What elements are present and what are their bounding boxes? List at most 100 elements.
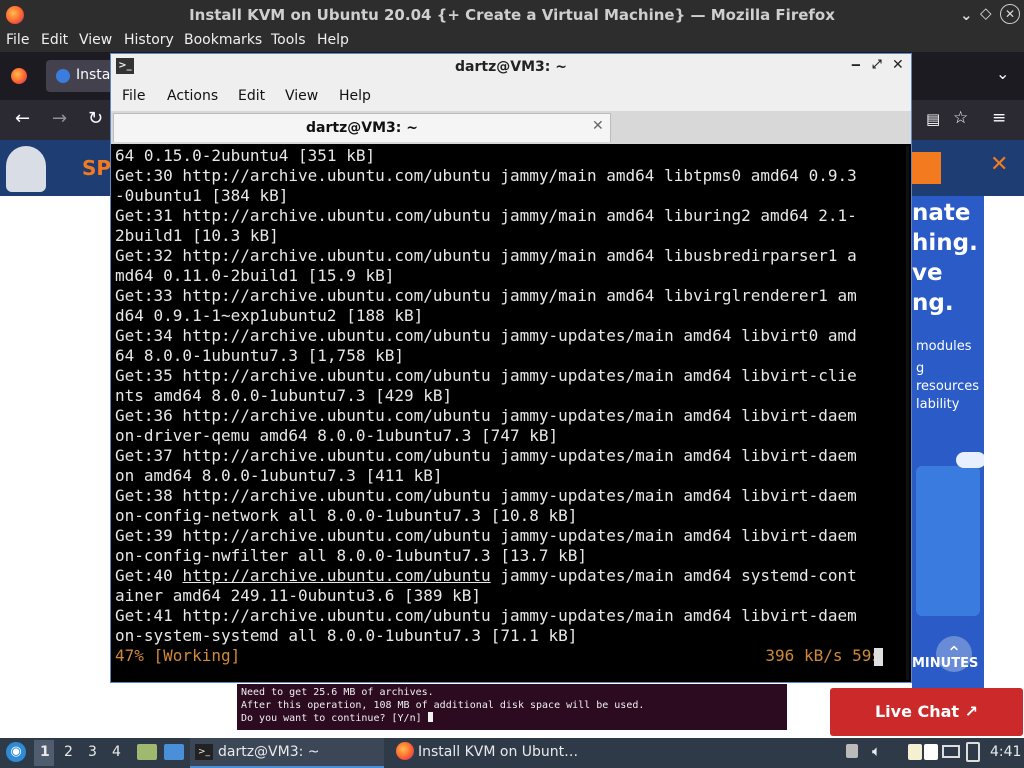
minimize-icon[interactable]: ⌄ [960, 6, 973, 24]
terminal-line: on-driver-qemu amd64 8.0.0-1ubuntu7.3 [7… [115, 426, 559, 445]
terminal-maximize-icon[interactable]: ⤢ [872, 57, 882, 72]
menu-file[interactable]: File [6, 32, 29, 48]
task-firefox-label[interactable]: Install KVM on Ubunt… [418, 744, 578, 760]
terminal-line: Get:37 http://archive.ubuntu.com/ubuntu … [115, 446, 857, 465]
close-icon[interactable]: ✕ [1000, 4, 1020, 24]
banner-close-icon[interactable]: ✕ [990, 152, 1008, 177]
bg-term-line: After this operation, 108 MB of addition… [241, 699, 645, 711]
terminal-cursor [874, 648, 883, 666]
terminal-tab-label: dartz@VM3: ~ [306, 120, 418, 136]
terminal-line: -0ubuntu1 [384 kB] [115, 186, 289, 205]
battery-icon[interactable] [966, 742, 980, 762]
terminal-line: Get:36 http://archive.ubuntu.com/ubuntu … [115, 406, 857, 425]
workspace-1[interactable]: 1 [40, 744, 50, 760]
terminal-line: on-config-nwfilter all 8.0.0-1ubuntu7.3 … [115, 546, 588, 565]
ad-illustration [916, 466, 980, 616]
terminal-line: ainer amd64 249.11-0ubuntu3.6 [389 kB] [115, 586, 482, 605]
ghost-mascot-icon [6, 146, 46, 192]
terminal-line: Get:33 http://archive.ubuntu.com/ubuntu … [115, 286, 857, 305]
terminal-line: Get:31 http://archive.ubuntu.com/ubuntu … [115, 206, 857, 225]
terminal-line: Get:35 http://archive.ubuntu.com/ubuntu … [115, 366, 857, 385]
menu-view[interactable]: View [79, 32, 112, 48]
ad-line: ng. [912, 290, 954, 316]
status-speed: 396 kB/s 59s [765, 646, 881, 665]
favicon-icon [56, 69, 70, 83]
up-arrow-icon[interactable] [846, 744, 858, 758]
workspace-4[interactable]: 4 [112, 744, 121, 760]
hamburger-menu-icon[interactable]: ≡ [992, 108, 1006, 128]
terminal-output[interactable]: 64 0.15.0-2ubuntu4 [351 kB] Get:30 http:… [113, 146, 909, 680]
terminal-menubar: File Actions Edit View Help [111, 81, 911, 111]
forward-icon[interactable]: → [52, 108, 67, 129]
terminal-task-icon: >_ [195, 744, 213, 760]
terminal-line: nts amd64 8.0.0-1ubuntu7.3 [429 kB] [115, 386, 453, 405]
terminal-tab-close-icon[interactable]: ✕ [592, 118, 604, 134]
firefox-task-icon [396, 742, 414, 760]
terminal-line: 2build1 [10.3 kB] [115, 226, 279, 245]
notes-icon[interactable] [924, 744, 938, 760]
back-icon[interactable]: ← [15, 108, 30, 129]
terminal-menu-view[interactable]: View [285, 88, 318, 104]
ad-line: hing. [912, 230, 978, 256]
terminal-line: 64 0.15.0-2ubuntu4 [351 kB] [115, 146, 376, 165]
terminal-minimize-icon[interactable]: ‒ [851, 57, 861, 73]
terminal-scrollbar[interactable] [906, 146, 909, 680]
terminal-line: md64 0.11.0-2build1 [15.9 kB] [115, 266, 395, 285]
restore-icon[interactable]: ◇ [980, 4, 992, 22]
workspace-3[interactable]: 3 [88, 744, 97, 760]
bg-term-line: Do you want to continue? [Y/n] [241, 713, 428, 724]
terminal-line: 64 8.0.0-1ubuntu7.3 [1,758 kB] [115, 346, 404, 365]
terminal-close-icon[interactable]: ✕ [892, 57, 904, 73]
terminal-line: on amd64 8.0.0-1ubuntu7.3 [411 kB] [115, 466, 443, 485]
terminal-line: on-system-systemd all 8.0.0-1ubuntu7.3 [… [115, 626, 578, 645]
taskbar: ◉ 1 2 3 4 >_ dartz@VM3: ~ Install KVM on… [0, 738, 1024, 768]
terminal-line: d64 0.9.1-1~exp1ubuntu2 [188 kB] [115, 306, 424, 325]
tab-active[interactable]: Insta [46, 60, 116, 92]
cloud-icon [956, 452, 984, 468]
bookmark-star-icon[interactable]: ☆ [953, 108, 968, 128]
terminal-line: Get:39 http://archive.ubuntu.com/ubuntu … [115, 526, 857, 545]
file-manager-icon[interactable] [137, 744, 157, 760]
reload-icon[interactable]: ↻ [88, 108, 103, 129]
menu-tools[interactable]: Tools [271, 32, 306, 48]
terminal-menu-help[interactable]: Help [339, 88, 371, 104]
terminal-line: Get:41 http://archive.ubuntu.com/ubuntu … [115, 606, 857, 625]
ad-line: nate [912, 200, 971, 226]
list-all-tabs-icon[interactable]: ⌄ [996, 64, 1009, 83]
reader-view-icon[interactable]: ▤ [926, 110, 940, 128]
bg-term-line: Need to get 25.6 MB of archives. [241, 687, 434, 698]
banner-text: SP [82, 156, 112, 180]
clipboard-icon[interactable] [908, 744, 922, 760]
ad-line: ve [912, 260, 943, 286]
volume-icon[interactable]: 🔈︎ [872, 742, 881, 760]
live-chat-button[interactable]: Live Chat ↗ [830, 688, 1023, 736]
status-progress: 47% [Working] [115, 646, 241, 665]
firefox-titlebar: Install KVM on Ubuntu 20.04 {+ Create a … [0, 0, 1024, 30]
start-menu-icon[interactable]: ◉ [6, 742, 26, 762]
terminal-line: Get:40 http://archive.ubuntu.com/ubuntu … [115, 566, 857, 585]
show-desktop-icon[interactable] [164, 744, 184, 760]
terminal-line: Get:30 http://archive.ubuntu.com/ubuntu … [115, 166, 857, 185]
terminal-tab[interactable]: dartz@VM3: ~ ✕ [113, 113, 611, 142]
network-icon[interactable] [942, 745, 960, 758]
menu-edit[interactable]: Edit [41, 32, 68, 48]
terminal-menu-actions[interactable]: Actions [167, 88, 218, 104]
firefox-view-icon[interactable] [11, 68, 27, 84]
terminal-titlebar[interactable]: >_ dartz@VM3: ~ ‒ ⤢ ✕ [111, 54, 911, 81]
menu-history[interactable]: History [124, 32, 174, 48]
menu-bookmarks[interactable]: Bookmarks [184, 32, 262, 48]
scroll-top-icon[interactable]: ⌃ [936, 636, 972, 672]
live-chat-label: Live Chat ↗ [874, 702, 979, 721]
terminal-menu-edit[interactable]: Edit [238, 88, 265, 104]
terminal-line: Get:34 http://archive.ubuntu.com/ubuntu … [115, 326, 857, 345]
background-terminal: Need to get 25.6 MB of archives. After t… [237, 684, 787, 730]
terminal-line: on-config-network all 8.0.0-1ubuntu7.3 [… [115, 506, 578, 525]
terminal-menu-file[interactable]: File [122, 88, 145, 104]
ad-small: modules [916, 339, 972, 354]
banner-cta-button[interactable] [912, 152, 941, 184]
ad-sidebar[interactable]: nate hing. ve ng. modules g resources la… [912, 196, 984, 688]
menu-help[interactable]: Help [317, 32, 349, 48]
task-terminal-label: dartz@VM3: ~ [218, 744, 320, 760]
clock: 4:41 [990, 744, 1022, 760]
workspace-2[interactable]: 2 [64, 744, 73, 760]
